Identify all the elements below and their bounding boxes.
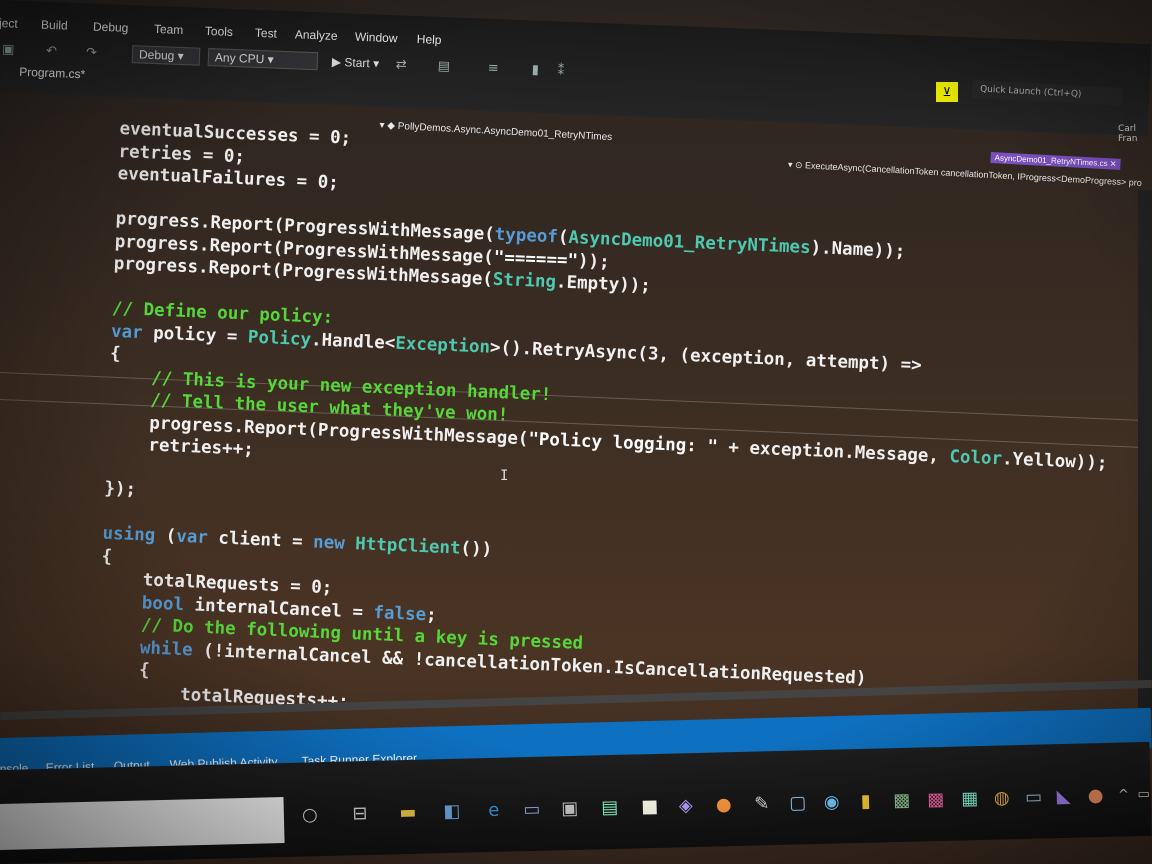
ibeam-cursor-icon: I	[500, 468, 509, 484]
sticky-notes-icon[interactable]: ■	[639, 796, 662, 819]
type-name: String	[492, 269, 557, 293]
vs-code-icon[interactable]: ◣	[1052, 786, 1075, 809]
keyword: while	[139, 637, 194, 660]
edge-icon[interactable]: e	[483, 800, 506, 823]
skype-icon[interactable]: ◉	[820, 791, 843, 814]
menu-debug[interactable]: Debug	[93, 20, 129, 35]
menu-help[interactable]: Help	[417, 32, 442, 47]
tab-program-cs[interactable]: Program.cs*	[19, 65, 86, 82]
user-name[interactable]: Carl Fran	[1118, 124, 1152, 144]
app-icon-7[interactable]: ●	[1084, 785, 1107, 808]
keyword: var	[175, 526, 209, 549]
code-editor[interactable]: eventualSuccesses = 0; retries = 0; even…	[96, 118, 1152, 746]
app-icon-6[interactable]: ▭	[1022, 786, 1045, 809]
cortana-icon[interactable]: ○	[299, 804, 322, 827]
app-icon-3[interactable]: ▢	[786, 792, 809, 815]
browser-link-icon[interactable]: ⇄	[396, 57, 407, 72]
code-text: ())	[460, 538, 493, 560]
screen: ject Build Debug Team Tools Test Analyze…	[0, 0, 1152, 864]
play-icon: ▶	[331, 54, 342, 70]
keyword: new	[312, 532, 346, 554]
code-text: ).Name));	[810, 238, 906, 262]
string-literal: "======"	[493, 247, 579, 271]
keyword: var	[110, 321, 144, 343]
toolbar-icon-3[interactable]: ⁑	[557, 63, 564, 78]
menu-build[interactable]: Build	[41, 18, 68, 33]
code-text: .Yellow));	[1001, 448, 1108, 474]
platform-value: Any CPU	[214, 50, 265, 67]
type-name: Policy	[247, 327, 312, 350]
code-text: .Handle<	[310, 329, 396, 354]
vertical-scrollbar[interactable]	[1138, 190, 1152, 710]
code-text: policy =	[142, 322, 249, 348]
menu-tools[interactable]: Tools	[205, 24, 234, 39]
code-text: ;	[425, 604, 438, 626]
mail-icon[interactable]: ▭	[521, 799, 544, 822]
filter-icon[interactable]: ⊻	[936, 82, 958, 102]
toolbar-icon-1[interactable]: ▤	[437, 59, 450, 74]
keyword: false	[373, 602, 427, 625]
undo-icon[interactable]: ↶	[46, 44, 57, 59]
visual-studio-icon[interactable]: ◈	[675, 795, 698, 818]
start-button[interactable]: ▶ Start ▾	[332, 55, 380, 71]
firefox-icon[interactable]: ●	[713, 794, 736, 817]
indesign-icon[interactable]: ▩	[924, 789, 947, 812]
taskbar-search-input[interactable]	[0, 797, 285, 851]
app-icon-1[interactable]: ▣	[559, 798, 582, 821]
type-name: HttpClient	[354, 534, 461, 559]
keyword: typeof	[494, 224, 559, 248]
bookmark-icon[interactable]: ▮	[531, 62, 539, 77]
app-icon-4[interactable]: ▮	[854, 791, 877, 814]
app-icon-5[interactable]: ▦	[958, 788, 981, 811]
menu-team[interactable]: Team	[154, 22, 184, 37]
start-label: Start	[344, 55, 371, 71]
keyword: using	[102, 523, 156, 546]
code-text: client =	[207, 528, 314, 553]
menu-analyze[interactable]: Analyze	[295, 27, 338, 43]
file-explorer-icon[interactable]: ▬	[397, 802, 420, 825]
menu-bar: ject Build Debug Team Tools Test Analyze…	[0, 0, 1152, 137]
platform-select[interactable]: Any CPU ▾	[207, 48, 319, 71]
save-all-icon[interactable]: ▣	[2, 42, 15, 57]
code-text: .Empty));	[555, 272, 652, 297]
code-text: (	[154, 525, 177, 547]
toolbar-icon-2[interactable]: ≡	[487, 61, 498, 76]
app-icon-2[interactable]: ▤	[599, 797, 622, 820]
menu-test[interactable]: Test	[255, 26, 278, 41]
notification-icon[interactable]: ▭	[1132, 784, 1152, 807]
type-name: Color	[949, 446, 1003, 469]
chrome-icon[interactable]: ◍	[990, 787, 1013, 810]
keyword: bool	[141, 592, 185, 615]
config-select[interactable]: Debug ▾	[131, 45, 201, 66]
type-name: Exception	[394, 333, 491, 358]
task-view-icon[interactable]: ⊟	[349, 803, 372, 826]
code-text: ));	[577, 250, 611, 273]
paint-icon[interactable]: ✎	[751, 793, 774, 816]
audition-icon[interactable]: ▩	[890, 790, 913, 813]
redo-icon[interactable]: ↷	[86, 45, 97, 60]
store-icon[interactable]: ◧	[441, 801, 464, 824]
config-value: Debug	[138, 47, 175, 63]
menu-window[interactable]: Window	[355, 30, 398, 46]
menu-project[interactable]: ject	[0, 16, 18, 31]
